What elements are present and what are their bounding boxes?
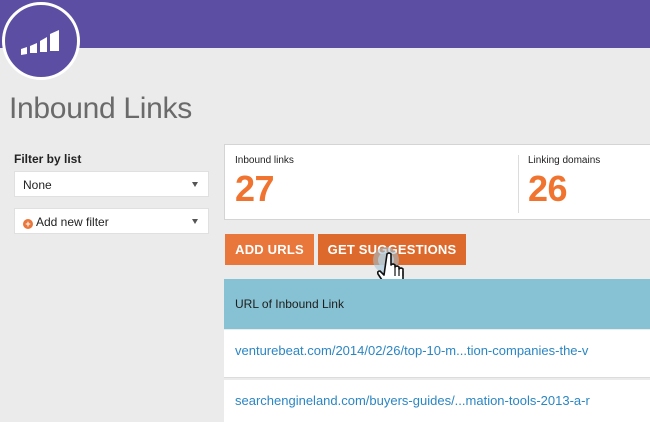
inbound-link-url[interactable]: venturebeat.com/2014/02/26/top-10-m...ti…	[235, 343, 588, 358]
chevron-down-icon	[192, 219, 198, 224]
inbound-link-url[interactable]: searchengineland.com/buyers-guides/...ma…	[235, 393, 590, 408]
chevron-down-icon	[192, 182, 198, 187]
table-row: searchengineland.com/buyers-guides/...ma…	[224, 380, 650, 422]
filter-list-value: None	[23, 178, 52, 192]
linking-domains-value: 26	[528, 168, 568, 209]
table-header: URL of Inbound Link	[224, 279, 650, 329]
add-new-filter-label: Add new filter	[36, 215, 109, 229]
table-row: venturebeat.com/2014/02/26/top-10-m...ti…	[224, 330, 650, 378]
marketo-logo-icon[interactable]	[2, 2, 80, 80]
filter-list-select[interactable]: None	[14, 171, 209, 197]
add-new-filter-select[interactable]: + Add new filter	[14, 208, 209, 234]
page-title: Inbound Links	[9, 92, 192, 125]
url-column-header: URL of Inbound Link	[235, 297, 344, 311]
inbound-links-label: Inbound links	[235, 155, 294, 166]
add-urls-button[interactable]: ADD URLS	[225, 234, 314, 265]
plus-circle-icon: +	[23, 219, 33, 229]
stats-panel: Inbound links 27 Linking domains 26	[224, 144, 650, 220]
inbound-links-value: 27	[235, 168, 275, 209]
filter-by-list-label: Filter by list	[14, 152, 82, 166]
linking-domains-label: Linking domains	[528, 155, 601, 166]
linking-domains-stat: Linking domains 26	[518, 145, 650, 221]
inbound-links-stat: Inbound links 27	[225, 145, 518, 221]
top-bar	[0, 0, 650, 48]
